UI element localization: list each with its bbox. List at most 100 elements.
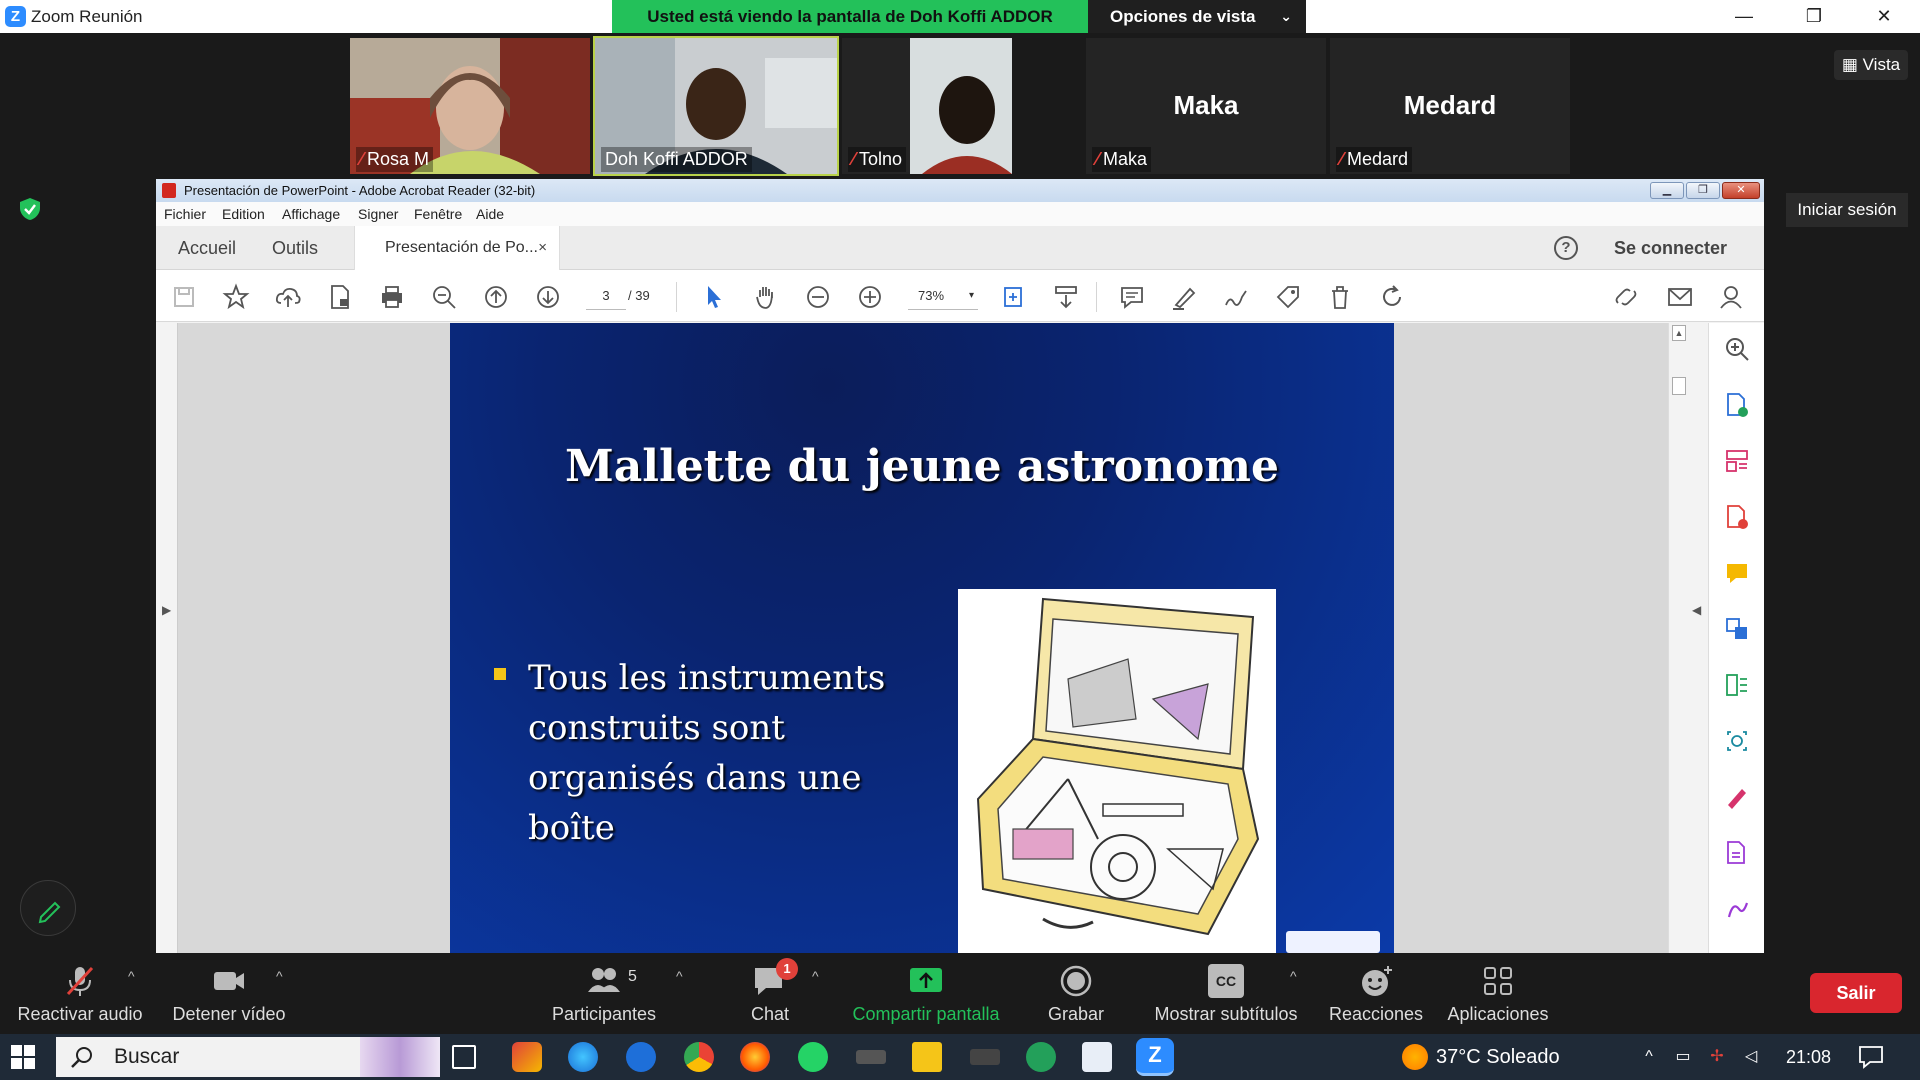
zoom-out-icon[interactable] (804, 283, 832, 311)
restore-button[interactable]: ❐ (1784, 0, 1844, 33)
unmute-audio-button[interactable]: Reactivar audio (10, 954, 150, 1034)
volume-icon[interactable]: ◁ (1740, 1046, 1762, 1068)
stop-video-button[interactable]: Detener vídeo (164, 954, 294, 1034)
apps-button[interactable]: Aplicaciones (1436, 954, 1560, 1034)
print-icon[interactable] (378, 283, 406, 311)
minimize-button[interactable]: — (1714, 0, 1774, 33)
zoom-in-icon[interactable] (856, 283, 884, 311)
save-icon[interactable] (170, 283, 198, 311)
media-app-icon[interactable] (970, 1049, 1000, 1065)
whatsapp-icon[interactable] (798, 1042, 828, 1072)
previous-page-icon[interactable] (482, 283, 510, 311)
paint-app-icon[interactable] (512, 1042, 542, 1072)
view-button[interactable]: ▦ Vista (1834, 50, 1908, 80)
right-panel-toggle[interactable]: ◀ (1688, 323, 1708, 953)
participant-tile-maka[interactable]: Maka ⁄ Maka (1086, 38, 1326, 174)
keyboard-app-icon[interactable] (856, 1050, 886, 1064)
acrobat-close-button[interactable]: ✕ (1722, 182, 1760, 199)
chat-button[interactable]: 1 Chat (720, 954, 820, 1034)
participants-button[interactable]: 5 Participantes (540, 954, 668, 1034)
menu-aide[interactable]: Aide (476, 206, 504, 222)
help-icon[interactable]: ? (1554, 236, 1578, 260)
scan-ocr-icon[interactable] (1723, 727, 1751, 755)
link-share-icon[interactable] (1612, 283, 1640, 311)
menu-fichier[interactable]: Fichier (164, 206, 206, 222)
star-icon[interactable] (222, 283, 250, 311)
scroll-up-icon[interactable]: ▲ (1672, 325, 1686, 341)
task-view-icon[interactable] (452, 1045, 476, 1069)
select-cursor-icon[interactable] (700, 283, 728, 311)
sign-icon[interactable] (1222, 283, 1250, 311)
protect-pdf-icon[interactable] (1723, 839, 1751, 867)
hand-tool-icon[interactable] (752, 283, 780, 311)
file-lock-icon[interactable] (326, 283, 354, 311)
shield-check-icon[interactable] (18, 197, 42, 221)
chrome-browser-icon[interactable] (684, 1042, 714, 1072)
edit-pdf-icon[interactable] (1723, 671, 1751, 699)
zoom-level-select[interactable]: 73% ▾ (908, 282, 978, 310)
create-pdf-icon[interactable] (1723, 503, 1751, 531)
video-options-caret[interactable]: ^ (276, 968, 283, 984)
cloud-app-icon[interactable] (1082, 1042, 1112, 1072)
tab-close-icon[interactable]: × (538, 226, 547, 270)
close-button[interactable]: ✕ (1854, 0, 1914, 33)
zoom-tool-icon[interactable] (1723, 335, 1751, 363)
battery-icon[interactable]: ▭ (1672, 1046, 1694, 1068)
taskbar-clock[interactable]: 21:08 (1786, 1034, 1831, 1080)
fill-sign-icon[interactable] (1723, 783, 1751, 811)
rotate-icon[interactable] (1378, 283, 1406, 311)
taskbar-search-box[interactable]: Buscar (56, 1037, 440, 1077)
highlight-pen-icon[interactable] (1170, 283, 1198, 311)
notifications-icon[interactable] (1858, 1045, 1884, 1069)
participant-tile-medard[interactable]: Medard ⁄ Medard (1330, 38, 1570, 174)
sign-in-button[interactable]: Iniciar sesión (1786, 193, 1908, 227)
menu-fenetre[interactable]: Fenêtre (414, 206, 462, 222)
fit-page-icon[interactable] (1000, 283, 1028, 311)
zoom-search-icon[interactable] (430, 283, 458, 311)
weather-widget[interactable]: 37°C Soleado (1402, 1034, 1560, 1080)
next-page-icon[interactable] (534, 283, 562, 311)
document-viewport[interactable]: ▶ Mallette du jeune astronome Tous les i… (156, 323, 1708, 953)
cloud-upload-icon[interactable] (274, 283, 302, 311)
participant-tile-doh-koffi[interactable]: Doh Koffi ADDOR (593, 36, 839, 176)
teamviewer-icon[interactable] (626, 1042, 656, 1072)
scroll-mode-icon[interactable] (1052, 283, 1080, 311)
file-explorer-icon[interactable] (912, 1042, 942, 1072)
record-button[interactable]: Grabar (1036, 954, 1116, 1034)
tab-document[interactable]: Presentación de Po... × (354, 226, 560, 270)
edit-tag-icon[interactable] (1274, 283, 1302, 311)
zoom-app-icon[interactable]: Z (1136, 1038, 1174, 1076)
participant-tile-rosa[interactable]: ⁄ Rosa M (350, 38, 590, 174)
page-number-input[interactable]: 3 (586, 282, 626, 310)
scroll-thumb[interactable] (1672, 377, 1686, 395)
send-signature-icon[interactable] (1723, 895, 1751, 923)
menu-edition[interactable]: Edition (222, 206, 265, 222)
mail-icon[interactable] (1666, 283, 1694, 311)
acrobat-restore-button[interactable]: ❐ (1686, 182, 1720, 199)
tab-accueil[interactable]: Accueil (178, 226, 236, 270)
firefox-browser-icon[interactable] (740, 1042, 770, 1072)
acrobat-minimize-button[interactable]: ▁ (1650, 182, 1684, 199)
share-screen-button[interactable]: Compartir pantalla (846, 954, 1006, 1034)
chat-options-caret[interactable]: ^ (812, 968, 819, 984)
tray-overflow-icon[interactable]: ^ (1638, 1046, 1660, 1068)
edge-browser-icon[interactable] (568, 1042, 598, 1072)
annotate-button[interactable] (20, 880, 76, 936)
comment-icon[interactable] (1118, 283, 1146, 311)
left-panel-toggle[interactable]: ▶ (156, 323, 178, 953)
network-icon[interactable]: ✢ (1706, 1046, 1728, 1068)
account-icon[interactable] (1718, 283, 1746, 311)
windows-start-icon[interactable] (10, 1044, 36, 1070)
comment-tool-icon[interactable] (1723, 559, 1751, 587)
vertical-scrollbar[interactable]: ▲ (1668, 323, 1688, 953)
audio-options-caret[interactable]: ^ (128, 968, 135, 984)
green-app-icon[interactable] (1026, 1042, 1056, 1072)
organize-pages-icon[interactable] (1723, 447, 1751, 475)
reactions-button[interactable]: Reacciones (1326, 954, 1426, 1034)
menu-signer[interactable]: Signer (358, 206, 398, 222)
captions-options-caret[interactable]: ^ (1290, 968, 1297, 984)
delete-icon[interactable] (1326, 283, 1354, 311)
view-options-button[interactable]: Opciones de vista ⌄ (1088, 0, 1306, 33)
leave-meeting-button[interactable]: Salir (1810, 973, 1902, 1013)
combine-files-icon[interactable] (1723, 615, 1751, 643)
